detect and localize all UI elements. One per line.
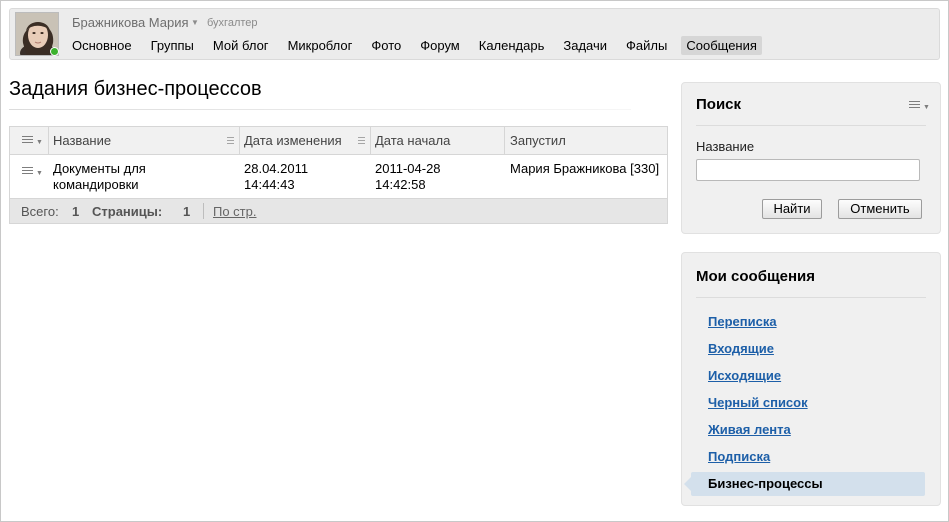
messages-link-correspondence[interactable]: Переписка <box>708 314 777 329</box>
nav-item-tasks[interactable]: Задачи <box>558 36 612 55</box>
nav-item-groups[interactable]: Группы <box>146 36 199 55</box>
panel-divider <box>696 297 926 298</box>
nav-item-photo[interactable]: Фото <box>366 36 406 55</box>
grid-settings-menu-icon[interactable]: ▼ <box>22 136 43 148</box>
cell-started: 2011-04-28 14:42:58 <box>375 161 441 192</box>
panel-menu-icon[interactable]: ▼ <box>909 101 930 113</box>
messages-panel-title: Мои сообщения <box>696 268 816 285</box>
column-header-started[interactable]: Дата начала <box>375 127 450 155</box>
chevron-down-icon[interactable]: ▼ <box>191 18 199 27</box>
profile-nav: Основное Группы Мой блог Микроблог Фото … <box>67 36 771 55</box>
nav-item-microblog[interactable]: Микроблог <box>283 36 358 55</box>
footer-divider <box>203 203 204 219</box>
column-divider <box>239 127 240 155</box>
tasks-grid: ▼ Название Дата изменения Дата начала За… <box>9 126 668 224</box>
search-panel: Поиск ▼ Название Найти Отменить <box>681 82 941 234</box>
title-divider <box>9 109 631 110</box>
active-item-label: Бизнес-процессы <box>708 476 823 491</box>
profile-header: Бражникова Мария ▼ бухгалтер Основное Гр… <box>9 8 940 60</box>
cell-started-by: Мария Бражникова [330] <box>510 161 660 176</box>
column-menu-icon[interactable] <box>227 137 234 145</box>
table-row[interactable]: ▼ Документы для командировки 28.04.2011 … <box>10 156 667 198</box>
messages-link-inbox[interactable]: Входящие <box>708 341 774 356</box>
cancel-button[interactable]: Отменить <box>838 199 922 219</box>
grid-header: ▼ Название Дата изменения Дата начала За… <box>10 127 667 155</box>
nav-item-files[interactable]: Файлы <box>621 36 672 55</box>
pages-value: 1 <box>183 204 191 219</box>
per-page-link[interactable]: По стр. <box>213 204 256 219</box>
column-divider <box>370 127 371 155</box>
column-header-modified[interactable]: Дата изменения <box>244 127 342 155</box>
messages-item-business-processes[interactable]: Бизнес-процессы <box>684 472 925 496</box>
cell-name[interactable]: Документы для командировки <box>53 161 233 193</box>
active-pointer-icon <box>684 477 691 491</box>
messages-panel: Мои сообщения Переписка Входящие Исходящ… <box>681 252 941 506</box>
search-panel-title: Поиск <box>696 96 742 113</box>
page-title: Задания бизнес-процессов <box>9 78 262 100</box>
total-label: Всего: <box>21 204 59 219</box>
user-role: бухгалтер <box>207 17 258 29</box>
name-search-input[interactable] <box>696 159 920 181</box>
total-value: 1 <box>72 204 80 219</box>
grid-footer: Всего: 1 Страницы: 1 По стр. <box>10 198 667 223</box>
column-header-name[interactable]: Название <box>53 127 111 155</box>
nav-item-main[interactable]: Основное <box>67 36 137 55</box>
messages-link-live-feed[interactable]: Живая лента <box>708 422 791 437</box>
messages-link-outbox[interactable]: Исходящие <box>708 368 781 383</box>
user-name[interactable]: Бражникова Мария <box>72 15 189 30</box>
column-divider <box>504 127 505 155</box>
column-menu-icon[interactable] <box>358 137 365 145</box>
panel-divider <box>696 125 926 126</box>
online-status-icon <box>50 47 59 56</box>
name-field-label: Название <box>696 139 755 154</box>
pages-label: Страницы: <box>92 204 163 219</box>
nav-item-forum[interactable]: Форум <box>415 36 465 55</box>
find-button[interactable]: Найти <box>762 199 822 219</box>
messages-link-subscription[interactable]: Подписка <box>708 449 770 464</box>
column-header-started-by[interactable]: Запустил <box>510 127 566 155</box>
column-divider <box>48 127 49 155</box>
nav-item-blog[interactable]: Мой блог <box>208 36 274 55</box>
messages-link-blacklist[interactable]: Черный список <box>708 395 808 410</box>
nav-item-messages[interactable]: Сообщения <box>681 36 762 55</box>
cell-modified: 28.04.2011 14:44:43 <box>244 161 309 192</box>
nav-item-calendar[interactable]: Календарь <box>474 36 550 55</box>
row-action-menu-icon[interactable]: ▼ <box>22 167 43 179</box>
